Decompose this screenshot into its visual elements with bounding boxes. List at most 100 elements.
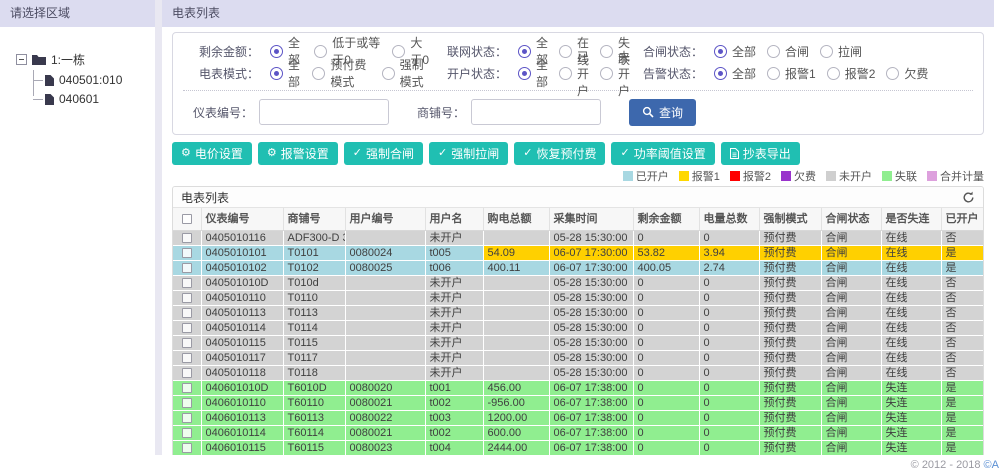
radio-option[interactable]: 预付费模式 (312, 56, 370, 90)
check-icon: ✓ (620, 147, 630, 159)
row-checkbox[interactable] (181, 383, 192, 394)
table-row: 0405010110 T0110 未开户 05-28 15:30:00 0 0 预付费 合闸在… (173, 290, 983, 306)
radio-option[interactable]: 欠费 (886, 65, 928, 82)
table-row: 0405010118 T0118 未开户 05-28 15:30:00 0 0 预付费 合闸在… (173, 365, 983, 381)
row-checkbox[interactable] (181, 248, 192, 259)
radio-label: 合闸 (785, 44, 810, 59)
power-threshold-settings-button[interactable]: ✓ 功率阈值设置 (611, 142, 715, 165)
table-cell: 未开户 (425, 290, 484, 306)
row-checkbox[interactable] (181, 368, 192, 379)
radio-icon (559, 66, 573, 80)
table-cell: 否 (941, 335, 983, 351)
table-cell: 0 (633, 425, 700, 441)
table-cell: 在线 (881, 275, 942, 291)
legend-item: 已开户 (622, 168, 669, 184)
price-settings-button[interactable]: ⚙ 电价设置 (172, 142, 252, 165)
app-layout: 请选择区域 1:一栋 040501:010 040601 电表列表 剩余金额： 全部… (0, 0, 1000, 455)
table-cell: 否 (941, 230, 983, 246)
table-cell: 040501010D (201, 275, 284, 291)
table-cell: 否 (941, 305, 983, 321)
table-cell: 0080020 (345, 380, 426, 396)
select-all-checkbox[interactable] (181, 214, 192, 225)
table-cell: 0 (699, 230, 760, 246)
table-cell: 是 (941, 380, 983, 396)
table-cell: 0405010113 (201, 305, 284, 321)
row-checkbox[interactable] (181, 398, 192, 409)
row-checkbox[interactable] (181, 308, 192, 319)
radio-icon (392, 44, 406, 58)
table-cell: 06-07 17:38:00 (549, 410, 634, 426)
radio-option[interactable]: 全部 (518, 56, 548, 90)
radio-label: 预付费模式 (330, 58, 367, 89)
row-checkbox[interactable] (181, 338, 192, 349)
table-cell: 预付费 (759, 410, 822, 426)
column-header: 用户编号 (345, 208, 426, 231)
radio-option[interactable]: 合闸 (767, 43, 809, 60)
table-cell (345, 320, 426, 336)
column-header: 是否失连 (881, 208, 942, 231)
table-row: 040501010D T010d 未开户 05-28 15:30:00 0 0 预付费 合闸在… (173, 275, 983, 291)
row-checkbox[interactable] (181, 293, 192, 304)
meter-export-button[interactable]: 抄表导出 (720, 142, 800, 165)
table-cell: 05-28 15:30:00 (549, 275, 634, 291)
table-cell: 05-28 15:30:00 (549, 320, 634, 336)
table-cell: 0 (699, 290, 760, 306)
radio-option[interactable]: 报警1 (767, 65, 816, 82)
force-open-switch-button[interactable]: ✓ 强制拉闸 (429, 142, 509, 165)
legend-swatch (622, 171, 633, 181)
table-cell: 0 (699, 305, 760, 321)
row-checkbox[interactable] (181, 278, 192, 289)
tree-root-label: 1:一栋 (51, 53, 86, 67)
radio-option[interactable]: 全部 (270, 56, 301, 90)
table-cell (483, 290, 550, 306)
row-checkbox[interactable] (181, 263, 192, 274)
sidebar-title: 请选择区域 (0, 0, 155, 27)
meter-no-input[interactable] (259, 99, 390, 125)
refresh-icon[interactable] (962, 191, 975, 204)
main-content: 剩余金额： 全部 低于或等于0 大于0 联网状态： 全部 在线 失联 合闸状态： 全部 合闸 拉闸 电… (162, 27, 994, 455)
table-cell: 失连 (881, 440, 942, 455)
collapse-icon[interactable] (16, 54, 27, 65)
table-title: 电表列表 (181, 190, 230, 205)
alarm-settings-button[interactable]: ⚙ 报警设置 (257, 142, 338, 165)
radio-option[interactable]: 强制模式 (381, 56, 431, 90)
table-cell: 0 (633, 395, 700, 411)
table-cell: 400.11 (483, 260, 550, 276)
row-checkbox[interactable] (181, 443, 192, 454)
row-select-cell (173, 425, 202, 441)
row-checkbox[interactable] (181, 353, 192, 364)
row-checkbox[interactable] (181, 413, 192, 424)
force-close-switch-button[interactable]: ✓ 强制合闸 (343, 142, 424, 165)
table-cell: 失连 (881, 410, 942, 426)
table-cell: 预付费 (759, 275, 822, 291)
radio-option[interactable]: 拉闸 (820, 43, 862, 60)
row-checkbox[interactable] (181, 323, 192, 334)
radio-option[interactable]: 全部 (714, 43, 756, 60)
table-cell: 预付费 (759, 335, 822, 351)
table-cell: 在线 (881, 290, 942, 306)
query-button[interactable]: 查询 (629, 98, 697, 126)
row-checkbox[interactable] (181, 428, 192, 439)
tree-node[interactable]: 040601 (33, 92, 155, 106)
radio-option[interactable]: 报警2 (826, 65, 876, 82)
file-icon (45, 74, 54, 86)
row-checkbox[interactable] (181, 233, 192, 244)
tree-node[interactable]: 040501:010 (33, 73, 155, 87)
table-cell: T0114 (283, 320, 346, 336)
table-cell: 是 (941, 395, 983, 411)
tree-root-node[interactable]: 1:一栋 (16, 51, 155, 68)
table-cell: 06-07 17:30:00 (549, 260, 634, 276)
table-cell: T60114 (283, 425, 346, 441)
legend-swatch (678, 171, 689, 181)
legend-swatch (729, 171, 740, 181)
restore-prepaid-button[interactable]: ✓ 恢复预付费 (514, 142, 606, 165)
shop-no-input[interactable] (471, 99, 602, 125)
radio-icon (600, 44, 614, 58)
table-cell: t006 (425, 260, 484, 276)
footer-link[interactable]: ©A (984, 459, 1000, 471)
radio-label: 报警2 (844, 66, 876, 81)
filter-group: 告警状态： 全部 报警1 报警2 欠费 (627, 65, 973, 82)
radio-option[interactable]: 全部 (714, 65, 756, 82)
column-header: 电量总数 (699, 208, 760, 231)
table-cell: 合闸 (821, 230, 882, 246)
